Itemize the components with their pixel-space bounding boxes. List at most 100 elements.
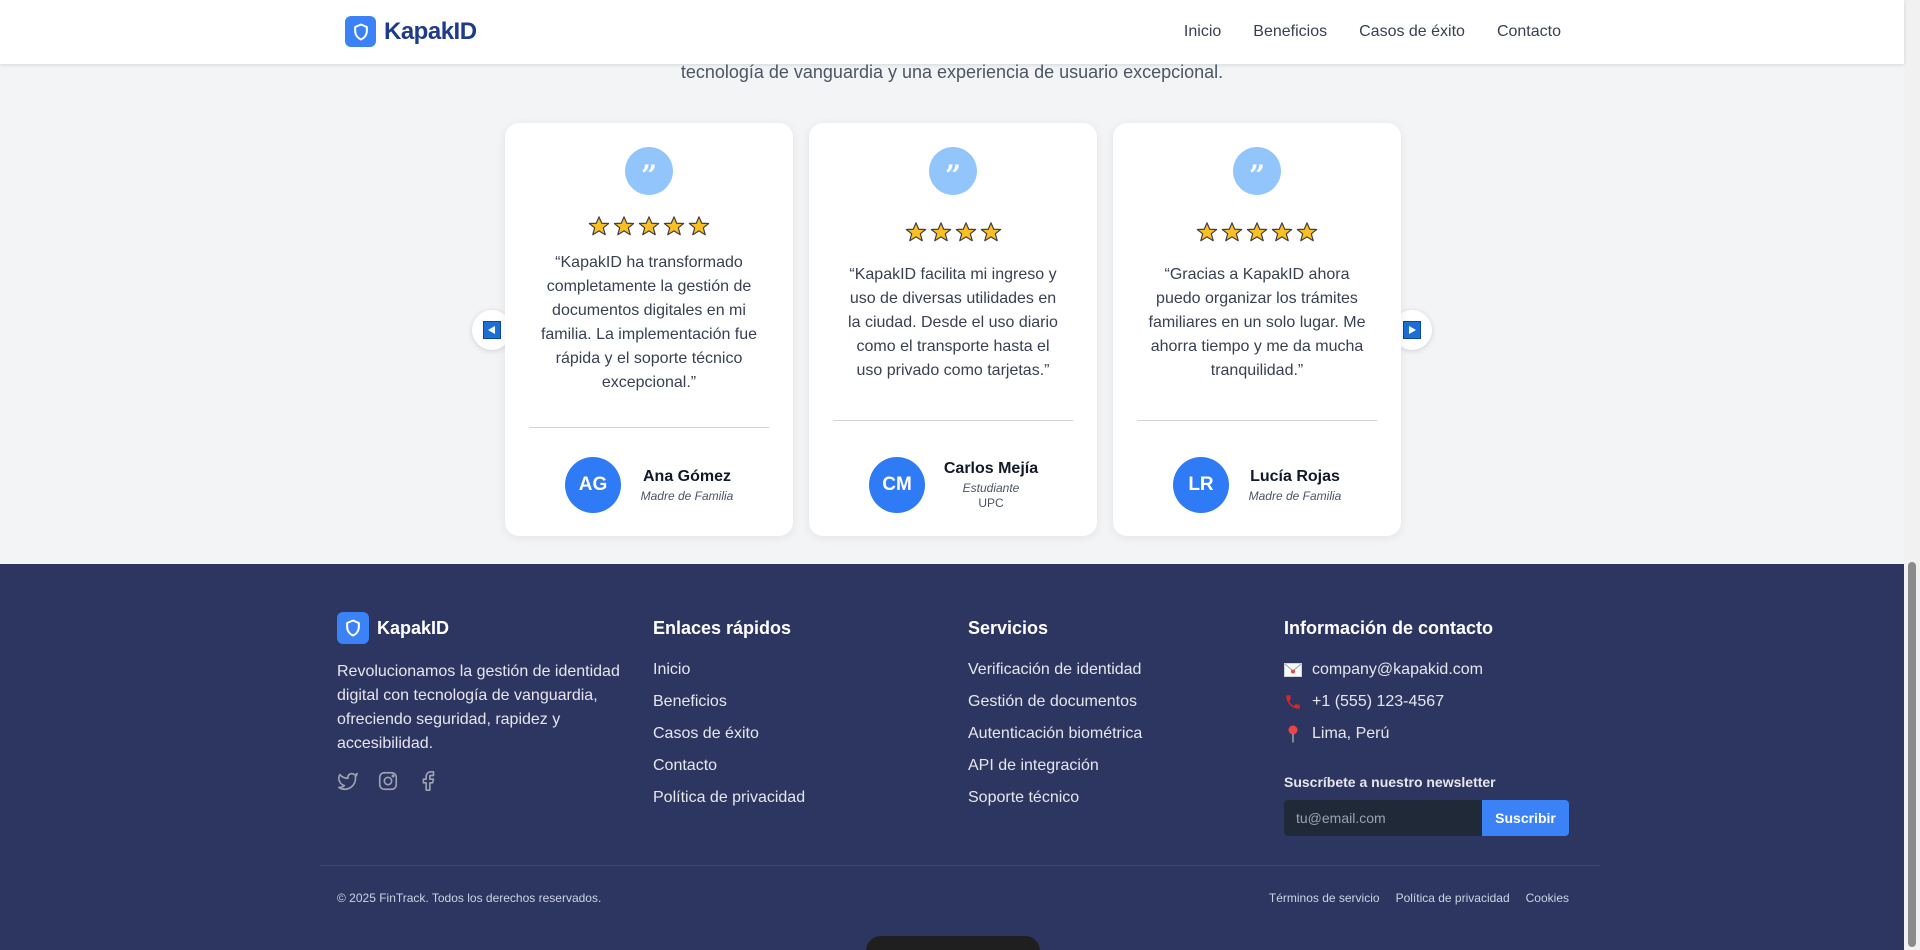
map-pin-icon xyxy=(1284,725,1302,743)
services-heading: Servicios xyxy=(968,618,1049,638)
instagram-icon[interactable] xyxy=(377,770,399,792)
testimonial-quote: “KapakID facilita mi ingreso y uso de di… xyxy=(848,266,1058,379)
phone-icon xyxy=(1284,693,1302,711)
quote-icon: ” xyxy=(929,147,977,195)
copyright-text: © 2025 FinTrack. Todos los derechos rese… xyxy=(337,891,602,905)
author-role: Madre de Familia xyxy=(1248,488,1342,503)
card-divider xyxy=(529,427,769,428)
author-role: Madre de Familia xyxy=(640,488,734,503)
footer-brand[interactable]: KapakID xyxy=(337,612,627,644)
service-link-gestion[interactable]: Gestión de documentos xyxy=(968,686,1142,718)
scrollbar-thumb[interactable] xyxy=(1908,562,1916,947)
footer-link-privacidad[interactable]: Política de privacidad xyxy=(653,782,805,814)
twitter-icon[interactable] xyxy=(337,770,359,792)
testimonial-card: ” “KapakID ha transformado completamente… xyxy=(505,123,793,536)
avatar: LR xyxy=(1173,457,1229,513)
newsletter-email-input[interactable] xyxy=(1284,800,1482,836)
site-footer: KapakID Revolucionamos la gestión de ide… xyxy=(0,564,1904,950)
contact-location: Lima, Perú xyxy=(1284,718,1569,750)
arrow-right-icon xyxy=(1403,321,1421,339)
service-link-verificacion[interactable]: Verificación de identidad xyxy=(968,654,1142,686)
footer-divider xyxy=(320,865,1600,866)
star-icon xyxy=(1271,221,1293,243)
author-name: Lucía Rojas xyxy=(1250,467,1340,485)
testimonial-author: CM Carlos Mejía Estudiante UPC xyxy=(869,457,1043,513)
arrow-left-icon xyxy=(483,321,501,339)
brand-logo[interactable]: KapakID xyxy=(345,16,477,47)
footer-quick-links: Enlaces rápidos Inicio Beneficios Casos … xyxy=(653,612,805,814)
footer-description: Revolucionamos la gestión de identidad d… xyxy=(337,663,620,752)
avatar: CM xyxy=(869,457,925,513)
social-links xyxy=(337,770,627,792)
card-divider xyxy=(833,420,1073,421)
testimonial-author: AG Ana Gómez Madre de Familia xyxy=(565,457,739,513)
footer-brand-column: KapakID Revolucionamos la gestión de ide… xyxy=(337,612,627,792)
legal-link-cookies[interactable]: Cookies xyxy=(1526,891,1569,905)
shield-icon xyxy=(337,612,369,644)
quote-icon: ” xyxy=(1233,147,1281,195)
main-nav: Inicio Beneficios Casos de éxito Contact… xyxy=(1184,0,1561,64)
nav-link-inicio[interactable]: Inicio xyxy=(1184,23,1221,41)
testimonial-card: ” “KapakID facilita mi ingreso y uso de … xyxy=(809,123,1097,536)
footer-contact: Información de contacto company@kapakid.… xyxy=(1284,612,1569,836)
star-icon xyxy=(905,221,927,243)
star-icon xyxy=(613,215,635,237)
star-icon xyxy=(955,221,977,243)
testimonial-card: ” “Gracias a KapakID ahora puedo organiz… xyxy=(1113,123,1401,536)
star-icon xyxy=(688,215,710,237)
testimonial-quote: “KapakID ha transformado completamente l… xyxy=(540,254,758,391)
author-role: Estudiante xyxy=(962,481,1020,495)
footer-link-inicio[interactable]: Inicio xyxy=(653,654,805,686)
footer-services: Servicios Verificación de identidad Gest… xyxy=(968,612,1142,814)
author-name: Carlos Mejía xyxy=(943,460,1039,477)
newsletter-label: Suscríbete a nuestro newsletter xyxy=(1284,774,1496,790)
quick-links-heading: Enlaces rápidos xyxy=(653,618,792,638)
star-icon xyxy=(1196,221,1218,243)
legal-links: Términos de servicio Política de privaci… xyxy=(1269,891,1569,905)
contact-email-text: company@kapakid.com xyxy=(1312,661,1483,678)
nav-link-contacto[interactable]: Contacto xyxy=(1497,23,1561,41)
star-icon xyxy=(1246,221,1268,243)
footer-brand-name: KapakID xyxy=(377,617,450,638)
nav-link-beneficios[interactable]: Beneficios xyxy=(1253,23,1327,41)
star-icon xyxy=(1296,221,1318,243)
quote-icon: ” xyxy=(625,147,673,195)
service-link-biometrica[interactable]: Autenticación biométrica xyxy=(968,718,1142,750)
service-link-soporte[interactable]: Soporte técnico xyxy=(968,782,1142,814)
card-divider xyxy=(1137,420,1377,421)
testimonial-author: LR Lucía Rojas Madre de Familia xyxy=(1173,457,1347,513)
section-intro-text: tecnología de vanguardia y una experienc… xyxy=(680,62,1224,82)
taskbar-dock[interactable] xyxy=(866,936,1040,950)
avatar: AG xyxy=(565,457,621,513)
site-header: KapakID Inicio Beneficios Casos de éxito… xyxy=(0,0,1904,64)
contact-location-text: Lima, Perú xyxy=(1312,725,1390,742)
page-scrollbar[interactable] xyxy=(1904,0,1920,950)
star-rating xyxy=(1113,221,1401,243)
contact-heading: Información de contacto xyxy=(1284,618,1494,638)
contact-phone[interactable]: +1 (555) 123-4567 xyxy=(1284,686,1569,718)
facebook-icon[interactable] xyxy=(417,770,439,792)
newsletter-form: Suscribir xyxy=(1284,800,1569,836)
star-icon xyxy=(930,221,952,243)
legal-link-terminos[interactable]: Términos de servicio xyxy=(1269,891,1380,905)
shield-icon xyxy=(345,16,376,47)
nav-link-casos-de-exito[interactable]: Casos de éxito xyxy=(1359,23,1465,41)
footer-link-casos-de-exito[interactable]: Casos de éxito xyxy=(653,718,805,750)
testimonial-quote: “Gracias a KapakID ahora puedo organizar… xyxy=(1148,266,1366,379)
testimonials-carousel: ” “KapakID ha transformado completamente… xyxy=(505,123,1401,536)
star-icon xyxy=(588,215,610,237)
subscribe-button[interactable]: Suscribir xyxy=(1482,800,1569,836)
brand-name: KapakID xyxy=(384,17,477,45)
contact-email[interactable]: company@kapakid.com xyxy=(1284,654,1569,686)
footer-link-beneficios[interactable]: Beneficios xyxy=(653,686,805,718)
footer-link-contacto[interactable]: Contacto xyxy=(653,750,805,782)
author-name: Ana Gómez xyxy=(642,467,731,485)
star-icon xyxy=(980,221,1002,243)
author-organization: UPC xyxy=(978,496,1004,510)
star-icon xyxy=(663,215,685,237)
envelope-icon xyxy=(1284,661,1302,679)
legal-link-privacidad[interactable]: Política de privacidad xyxy=(1396,891,1510,905)
service-link-api[interactable]: API de integración xyxy=(968,750,1142,782)
star-icon xyxy=(638,215,660,237)
star-icon xyxy=(1221,221,1243,243)
